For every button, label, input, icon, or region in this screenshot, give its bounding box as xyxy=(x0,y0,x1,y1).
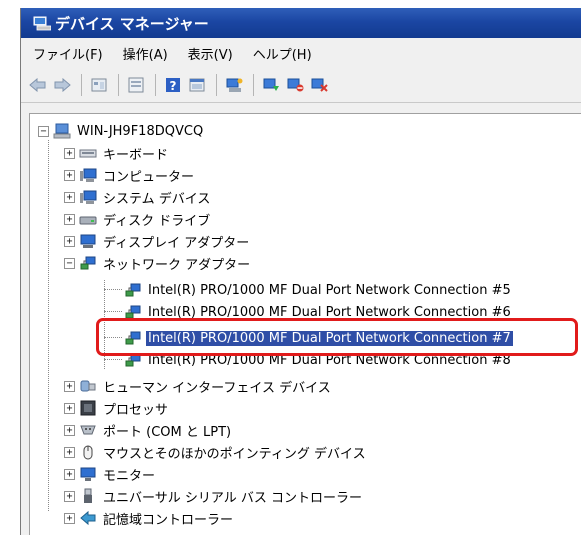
expand-toggle[interactable]: + xyxy=(64,147,75,159)
network-adapter-icon xyxy=(125,283,141,297)
tree-item-processors[interactable]: + プロセッサ xyxy=(64,398,170,418)
tree-item-computer[interactable]: + コンピューター xyxy=(64,165,196,185)
expand-toggle[interactable]: + xyxy=(64,191,75,203)
tree-item-usb[interactable]: + ユニバーサル シリアル バス コントローラー xyxy=(64,486,364,506)
menu-bar: ファイル(F) 操作(A) 表示(V) ヘルプ(H) xyxy=(21,38,581,68)
tree-item-monitors[interactable]: + モニター xyxy=(64,464,157,484)
expand-toggle[interactable]: + xyxy=(64,468,75,480)
processor-icon xyxy=(80,400,96,416)
tree-root-computer[interactable]: − WIN-JH9F18DQVCQ xyxy=(38,121,205,141)
show-hide-icon xyxy=(128,77,144,93)
category-label: プロセッサ xyxy=(103,402,169,418)
menu-file[interactable]: ファイル(F) xyxy=(25,42,111,65)
show-hide-button[interactable] xyxy=(125,74,147,96)
annotation-highlight-box xyxy=(96,318,578,356)
disable-device-button[interactable] xyxy=(284,74,306,96)
back-button[interactable] xyxy=(27,74,49,96)
collapse-toggle[interactable]: − xyxy=(38,125,49,137)
scan-hardware-button[interactable] xyxy=(223,74,245,96)
scan-icon xyxy=(226,78,243,92)
category-label: キーボード xyxy=(103,147,169,163)
tree-connector xyxy=(48,140,49,511)
title-bar[interactable]: デバイス マネージャー xyxy=(21,8,581,38)
expand-toggle[interactable]: + xyxy=(64,213,75,225)
disk-drive-icon xyxy=(79,216,97,225)
network-device-5[interactable]: Intel(R) PRO/1000 MF Dual Port Network C… xyxy=(120,280,513,300)
toolbar-separator xyxy=(118,74,119,96)
collapse-toggle[interactable]: − xyxy=(64,257,75,269)
expand-toggle[interactable]: + xyxy=(64,402,75,414)
toolbar-separator xyxy=(155,74,156,96)
category-label: ディスプレイ アダプター xyxy=(103,235,250,251)
tree-item-ports[interactable]: + ポート (COM と LPT) xyxy=(64,420,233,440)
hid-icon xyxy=(80,380,96,392)
display-adapter-icon xyxy=(80,234,96,248)
properties-view-icon xyxy=(91,78,107,92)
device-manager-icon xyxy=(33,16,51,31)
category-label: マウスとそのほかのポインティング デバイス xyxy=(103,446,366,462)
computer-icon xyxy=(53,123,71,139)
mouse-icon xyxy=(83,445,93,460)
view-button[interactable] xyxy=(186,74,208,96)
category-label: ネットワーク アダプター xyxy=(103,257,251,273)
toolbar: ? xyxy=(21,68,581,103)
expand-toggle[interactable]: + xyxy=(64,235,75,247)
toolbar-separator xyxy=(253,74,254,96)
tree-item-system-devices[interactable]: + システム デバイス xyxy=(64,187,212,207)
storage-controller-icon xyxy=(80,510,96,526)
category-label: モニター xyxy=(103,468,156,484)
tree-item-hid[interactable]: + ヒューマン インターフェイス デバイス xyxy=(64,376,333,396)
help-icon: ? xyxy=(166,78,180,93)
usb-icon xyxy=(84,488,92,503)
properties-view-button[interactable] xyxy=(88,74,110,96)
uninstall-icon xyxy=(311,78,328,92)
expand-toggle[interactable]: + xyxy=(64,446,75,458)
tree-item-mice[interactable]: + マウスとそのほかのポインティング デバイス xyxy=(64,442,368,462)
device-label: Intel(R) PRO/1000 MF Dual Port Network C… xyxy=(148,282,511,298)
tree-item-display-adapters[interactable]: + ディスプレイ アダプター xyxy=(64,231,251,251)
category-label: システム デバイス xyxy=(103,191,211,207)
tree-item-network-adapters[interactable]: − ネットワーク アダプター xyxy=(64,253,252,273)
keyboard-icon xyxy=(79,149,97,158)
port-icon xyxy=(80,425,96,435)
computer-icon xyxy=(80,168,97,182)
view-icon xyxy=(189,78,205,92)
category-label: ディスク ドライブ xyxy=(103,213,211,229)
expand-toggle[interactable]: + xyxy=(64,512,75,524)
tree-item-keyboard[interactable]: + キーボード xyxy=(64,143,170,163)
menu-help[interactable]: ヘルプ(H) xyxy=(245,42,320,65)
expand-toggle[interactable]: + xyxy=(64,169,75,181)
toolbar-separator xyxy=(81,74,82,96)
network-adapter-icon xyxy=(80,256,96,270)
system-devices-icon xyxy=(80,190,97,204)
category-label: ユニバーサル シリアル バス コントローラー xyxy=(103,490,363,506)
expand-toggle[interactable]: + xyxy=(64,424,75,436)
back-icon xyxy=(29,78,46,92)
disable-icon xyxy=(287,78,304,92)
uninstall-device-button[interactable] xyxy=(308,74,330,96)
toolbar-separator xyxy=(216,74,217,96)
category-label: 記憶域コントローラー xyxy=(103,512,234,528)
svg-text:?: ? xyxy=(170,79,177,93)
category-label: コンピューター xyxy=(103,169,195,185)
monitor-icon xyxy=(80,467,96,481)
tree-item-disk-drives[interactable]: + ディスク ドライブ xyxy=(64,209,212,229)
menu-action[interactable]: 操作(A) xyxy=(115,42,176,65)
update-driver-button[interactable] xyxy=(260,74,282,96)
menu-view[interactable]: 表示(V) xyxy=(180,42,241,65)
forward-icon xyxy=(54,78,71,92)
window-title: デバイス マネージャー xyxy=(55,14,209,33)
help-button[interactable]: ? xyxy=(162,74,184,96)
forward-button[interactable] xyxy=(51,74,73,96)
category-label: ポート (COM と LPT) xyxy=(103,424,232,440)
expand-toggle[interactable]: + xyxy=(64,380,75,392)
device-manager-window: デバイス マネージャー ファイル(F) 操作(A) 表示(V) ヘルプ(H) ? xyxy=(20,8,581,535)
computer-name: WIN-JH9F18DQVCQ xyxy=(77,123,204,139)
tree-item-storage-controllers[interactable]: + 記憶域コントローラー xyxy=(64,508,235,528)
expand-toggle[interactable]: + xyxy=(64,490,75,502)
category-label: ヒューマン インターフェイス デバイス xyxy=(103,380,331,396)
update-driver-icon xyxy=(263,78,279,91)
